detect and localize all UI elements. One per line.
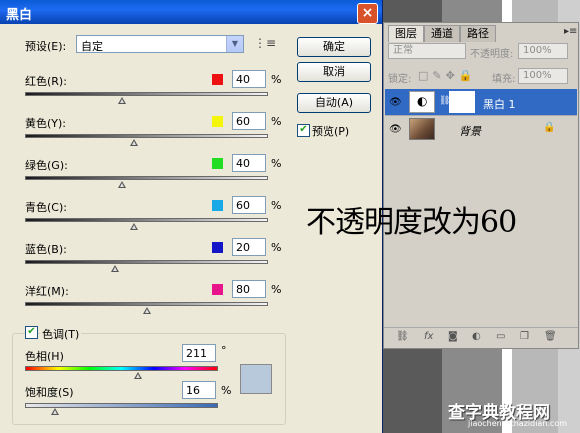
tab-paths[interactable]: 路径: [460, 25, 496, 42]
slider-thumb[interactable]: [143, 307, 151, 314]
channel-color-swatch: [212, 116, 223, 127]
slider-unit: %: [271, 73, 282, 86]
lock-options-icon[interactable]: □✎✥🔒: [418, 69, 477, 82]
slider-track[interactable]: [25, 260, 268, 264]
slider-unit: %: [271, 241, 282, 254]
slider-value-input[interactable]: 60: [232, 196, 266, 214]
chevron-down-icon[interactable]: ▼: [226, 36, 243, 52]
blend-mode-select[interactable]: 正常: [388, 43, 466, 59]
group-folder-icon[interactable]: ▭: [496, 331, 505, 342]
saturation-input[interactable]: 16: [182, 381, 216, 399]
hue-input[interactable]: 211: [182, 344, 216, 362]
slider-label: 黄色(Y):: [25, 117, 67, 130]
adjustment-icon[interactable]: ◐: [472, 331, 481, 342]
slider-value-input[interactable]: 20: [232, 238, 266, 256]
background-thumbnail: [409, 118, 435, 140]
slider-label: 绿色(G):: [25, 159, 68, 172]
slider-track[interactable]: [25, 176, 268, 180]
preview-label: 预览(P): [312, 125, 350, 138]
tint-checkbox[interactable]: ✔: [25, 326, 38, 339]
preview-checkbox[interactable]: ✔: [297, 124, 310, 137]
channel-color-swatch: [212, 284, 223, 295]
slider-value-input[interactable]: 60: [232, 112, 266, 130]
layer-mask-thumbnail[interactable]: [449, 91, 475, 113]
channel-color-swatch: [212, 74, 223, 85]
preset-select[interactable]: 自定 ▼: [76, 35, 244, 53]
slider-thumb[interactable]: [130, 223, 138, 230]
visibility-eye-icon[interactable]: 👁: [389, 97, 402, 108]
adjustment-layer-icon: ◐: [409, 91, 435, 113]
preset-options-icon[interactable]: ⋮≡: [254, 36, 276, 50]
dialog-titlebar[interactable]: 黑白 ×: [0, 0, 382, 24]
link-layers-icon[interactable]: ⛓: [396, 331, 409, 342]
channel-color-swatch: [212, 200, 223, 211]
channel-color-swatch: [212, 158, 223, 169]
preset-value: 自定: [81, 40, 103, 53]
saturation-slider-thumb[interactable]: [51, 408, 59, 415]
channel-color-swatch: [212, 242, 223, 253]
tint-label: 色调(T): [40, 326, 82, 342]
slider-thumb[interactable]: [111, 265, 119, 272]
layer-name: 背景: [459, 125, 481, 138]
hue-unit: °: [221, 344, 227, 357]
slider-label: 青色(C):: [25, 201, 67, 214]
hue-slider-thumb[interactable]: [134, 372, 142, 379]
dialog-title: 黑白: [6, 8, 33, 23]
new-layer-icon[interactable]: ❐: [520, 331, 529, 342]
visibility-eye-icon[interactable]: 👁: [389, 124, 402, 135]
slider-unit: %: [271, 157, 282, 170]
fx-icon[interactable]: fx: [424, 331, 433, 342]
slider-unit: %: [271, 115, 282, 128]
ok-button[interactable]: 确定: [297, 37, 371, 57]
slider-label: 红色(R):: [25, 75, 67, 88]
layer-name: 黑白 1: [483, 98, 516, 111]
hue-slider-track[interactable]: [25, 366, 218, 371]
slider-value-input[interactable]: 40: [232, 154, 266, 172]
tint-color-swatch[interactable]: [240, 364, 272, 394]
slider-value-input[interactable]: 80: [232, 280, 266, 298]
slider-track[interactable]: [25, 218, 268, 222]
layers-bottom-toolbar: ⛓ fx ◙ ◐ ▭ ❐ 🗑: [384, 327, 578, 348]
tab-layers[interactable]: 图层: [388, 25, 424, 42]
saturation-unit: %: [221, 384, 232, 397]
layer-row-background[interactable]: 👁 背景 🔒: [385, 115, 577, 142]
slider-track[interactable]: [25, 302, 268, 306]
opacity-label: 不透明度:: [470, 49, 514, 60]
auto-button[interactable]: 自动(A): [297, 93, 371, 113]
slider-value-input[interactable]: 40: [232, 70, 266, 88]
annotation-text: 不透明度改为60: [306, 205, 517, 240]
lock-label: 锁定:: [388, 74, 412, 85]
cancel-button[interactable]: 取消: [297, 62, 371, 82]
close-button[interactable]: ×: [357, 3, 378, 24]
slider-thumb[interactable]: [118, 97, 126, 104]
fill-input[interactable]: 100%: [518, 68, 568, 84]
slider-label: 洋红(M):: [25, 285, 69, 298]
slider-unit: %: [271, 199, 282, 212]
slider-thumb[interactable]: [118, 181, 126, 188]
slider-label: 蓝色(B):: [25, 243, 67, 256]
preset-label: 预设(E):: [25, 40, 67, 53]
hue-label: 色相(H): [25, 350, 64, 363]
saturation-label: 饱和度(S): [25, 386, 74, 399]
add-mask-icon[interactable]: ◙: [448, 331, 458, 342]
panel-menu-icon[interactable]: ▸≡: [564, 26, 577, 37]
watermark-url: jiaocheng.chazidian.com: [468, 419, 568, 428]
layer-row-bw1[interactable]: 👁 ◐ ⛓ 黑白 1: [385, 89, 577, 115]
lock-icon: 🔒: [543, 122, 556, 133]
slider-track[interactable]: [25, 134, 268, 138]
delete-layer-icon[interactable]: 🗑: [544, 331, 557, 342]
tab-channels[interactable]: 通道: [424, 25, 460, 42]
layers-panel: 图层 通道 路径 ▸≡ 正常 不透明度: 100% 锁定: □✎✥🔒 填充: 1…: [383, 22, 579, 349]
slider-unit: %: [271, 283, 282, 296]
slider-thumb[interactable]: [130, 139, 138, 146]
slider-track[interactable]: [25, 92, 268, 96]
opacity-input[interactable]: 100%: [518, 43, 568, 59]
fill-label: 填充:: [492, 74, 516, 85]
